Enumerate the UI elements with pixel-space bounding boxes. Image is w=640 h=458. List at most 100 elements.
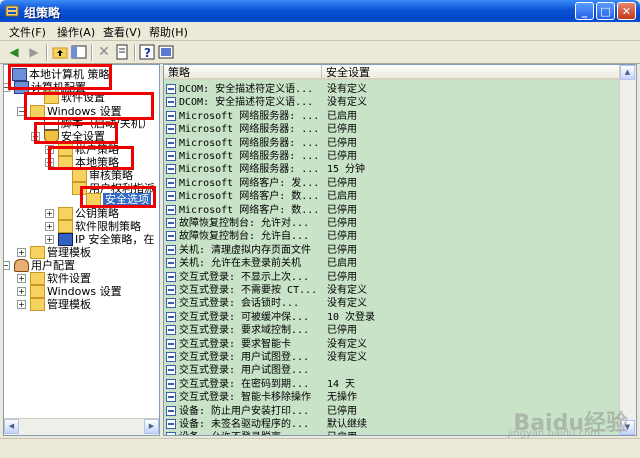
table-row[interactable]: DCOM: 安全描述符定义语... 没有定义 <box>164 96 624 109</box>
tree-public-key[interactable]: + 公钥策略 <box>45 206 119 220</box>
policy-setting-value: 已停用 <box>327 151 357 162</box>
table-row[interactable]: Microsoft 网络服务器: ... 已停用 <box>164 137 624 150</box>
tree-user-windows[interactable]: + Windows 设置 <box>17 284 122 298</box>
show-hide-tree-icon[interactable] <box>71 44 87 60</box>
policy-setting-icon <box>166 244 176 255</box>
table-row[interactable]: 交互式登录: 要求域控制... 已停用 <box>164 324 624 337</box>
column-header-setting[interactable]: 安全设置 <box>322 65 622 80</box>
policy-setting-value: 没有定义 <box>327 298 367 310</box>
table-row[interactable]: DCOM: 安全描述符定义语... 没有定义 <box>164 83 624 96</box>
table-row[interactable]: Microsoft 网络客户: 数... 已启用 <box>164 190 624 203</box>
policy-name: Microsoft 网络服务器: ... <box>179 151 320 162</box>
table-row[interactable]: 关机: 允许在未登录前关机 已启用 <box>164 257 624 270</box>
table-row[interactable]: 交互式登录: 用户试图登... <box>164 364 624 377</box>
table-row[interactable]: Microsoft 网络服务器: ... 15 分钟 <box>164 163 624 176</box>
policy-name: Microsoft 网络客户: 数... <box>179 204 320 216</box>
table-row[interactable]: Microsoft 网络客户: 发... 已停用 <box>164 177 624 190</box>
table-row[interactable]: 交互式登录: 要求智能卡 没有定义 <box>164 338 624 351</box>
table-row[interactable]: Microsoft 网络服务器: ... 已启用 <box>164 110 624 123</box>
table-row[interactable]: 交互式登录: 会话锁时... 没有定义 <box>164 297 624 310</box>
tree-admin-templates[interactable]: + 管理模板 <box>17 245 91 259</box>
policy-setting-icon <box>166 419 176 429</box>
minimize-button[interactable]: _ <box>575 2 594 20</box>
policy-setting-icon <box>166 365 176 376</box>
expand-icon[interactable]: + <box>45 235 54 244</box>
policy-name: 故障恢复控制台: 允许对... <box>179 218 310 229</box>
table-row[interactable]: 故障恢复控制台: 允许自... 已停用 <box>164 230 624 243</box>
help-icon[interactable]: ? <box>139 44 155 60</box>
scroll-left-icon[interactable]: ◀ <box>4 419 19 434</box>
policy-setting-value: 没有定义 <box>327 285 367 296</box>
policy-name: Microsoft 网络服务器: ... <box>179 164 320 176</box>
up-folder-icon[interactable] <box>52 44 68 60</box>
tree-ip-security[interactable]: + IP 安全策略，在 <box>45 232 154 246</box>
tree-user-config[interactable]: − 用户配置 <box>4 258 75 272</box>
table-row[interactable]: 交互式登录: 不需要按 CT... 没有定义 <box>164 284 624 297</box>
tree-label: 审核策略 <box>89 169 133 182</box>
console-icon[interactable] <box>158 44 174 60</box>
expand-icon[interactable]: + <box>17 287 26 296</box>
policy-name: 设备: 允许不登录脱离 <box>179 431 281 435</box>
table-row[interactable]: Microsoft 网络服务器: ... 已停用 <box>164 123 624 136</box>
policy-setting-value: 已启用 <box>327 431 357 435</box>
table-row[interactable]: 交互式登录: 用户试图登... 没有定义 <box>164 351 624 364</box>
policy-setting-icon <box>166 231 176 242</box>
policy-name: Microsoft 网络服务器: ... <box>179 124 320 136</box>
scroll-up-icon[interactable]: ▲ <box>620 65 635 80</box>
table-row[interactable]: 交互式登录: 在密码到期... 14 天 <box>164 378 624 391</box>
folder-icon <box>30 271 45 285</box>
table-row[interactable]: 故障恢复控制台: 允许对... 已停用 <box>164 217 624 230</box>
table-row[interactable]: 交互式登录: 智能卡移除操作 无操作 <box>164 391 624 404</box>
expand-icon[interactable]: + <box>45 222 54 231</box>
collapse-icon[interactable]: − <box>4 261 10 270</box>
annotation-box <box>80 186 156 208</box>
policy-setting-icon <box>166 325 176 336</box>
menu-file[interactable]: 文件(F) <box>9 24 46 40</box>
tree-label: 软件设置 <box>47 272 91 285</box>
policy-setting-value: 没有定义 <box>327 97 367 109</box>
table-row[interactable]: Microsoft 网络客户: 数... 已停用 <box>164 204 624 217</box>
table-row[interactable]: Microsoft 网络服务器: ... 已停用 <box>164 150 624 163</box>
tree-software-restriction[interactable]: + 软件限制策略 <box>45 219 141 233</box>
tree-user-admin[interactable]: + 管理模板 <box>17 297 91 311</box>
policy-name: 交互式登录: 要求智能卡 <box>179 338 292 350</box>
expand-icon[interactable]: + <box>17 300 26 309</box>
tree-user-software[interactable]: + 软件设置 <box>17 271 91 285</box>
maximize-button[interactable]: □ <box>596 2 615 20</box>
properties-icon[interactable] <box>114 44 130 60</box>
toolbar-separator <box>46 44 48 61</box>
column-header-policy[interactable]: 策略 <box>164 65 322 80</box>
close-button[interactable]: ✕ <box>617 2 636 20</box>
policy-name: 设备: 未签名驱动程序的... <box>179 419 310 430</box>
policy-name: Microsoft 网络服务器: ... <box>179 110 320 122</box>
tree-label: 公钥策略 <box>75 207 119 220</box>
policy-setting-value: 已停用 <box>327 124 357 136</box>
policy-setting-value: 已停用 <box>327 405 357 417</box>
back-arrow-icon[interactable]: ◀ <box>6 44 22 60</box>
table-row[interactable]: 关机: 清理虚拟内存页面文件 已停用 <box>164 244 624 257</box>
annotation-box <box>48 146 134 170</box>
tree-audit-policy[interactable]: 审核策略 <box>72 168 133 182</box>
table-row[interactable]: 交互式登录: 可被缓冲保... 10 次登录 <box>164 311 624 324</box>
tree-horizontal-scrollbar[interactable]: ◀ ▶ <box>4 418 159 435</box>
policy-setting-icon <box>166 191 176 202</box>
policy-name: 故障恢复控制台: 允许自... <box>179 231 310 243</box>
scroll-right-icon[interactable]: ▶ <box>144 419 159 434</box>
menu-view[interactable]: 查看(V) <box>103 24 141 40</box>
forward-arrow-icon[interactable]: ▶ <box>26 44 42 60</box>
expand-icon[interactable]: + <box>17 274 26 283</box>
policy-name: Microsoft 网络客户: 发... <box>179 177 320 189</box>
expand-icon[interactable]: + <box>17 248 26 257</box>
policy-name: DCOM: 安全描述符定义语... <box>179 97 314 109</box>
policy-setting-icon <box>166 352 176 362</box>
ip-icon <box>58 232 73 246</box>
policy-list-pane[interactable]: 策略 安全设置 ▲ ▼ DCOM: 安全描述符定义语... 没有定义 DCOM: 安… <box>163 64 637 436</box>
menu-action[interactable]: 操作(A) <box>57 24 95 40</box>
expand-icon[interactable]: + <box>45 209 54 218</box>
policy-setting-icon <box>166 258 176 269</box>
policy-name: 交互式登录: 不需要按 CT... <box>179 285 318 296</box>
delete-icon[interactable]: ✕ <box>96 44 112 60</box>
menu-help[interactable]: 帮助(H) <box>149 24 188 40</box>
policy-setting-icon <box>166 218 176 228</box>
table-row[interactable]: 交互式登录: 不显示上次... 已停用 <box>164 271 624 284</box>
